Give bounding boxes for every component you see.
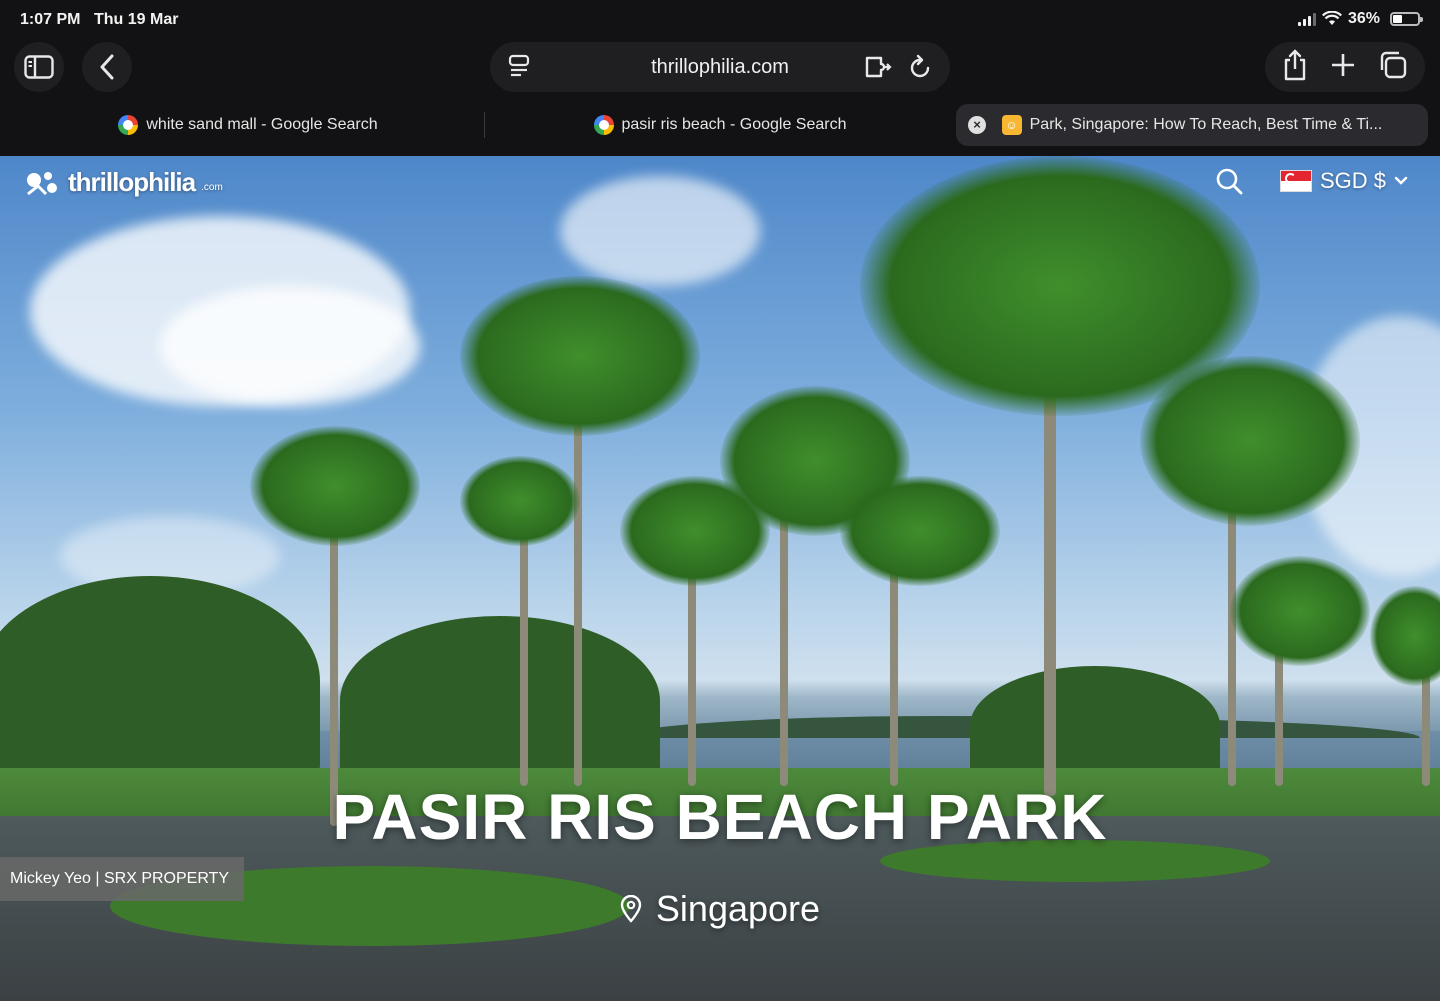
toolbar-right-group [1265, 42, 1425, 92]
tab-title: pasir ris beach - Google Search [621, 116, 847, 133]
palm-crown [840, 476, 1000, 586]
reload-icon[interactable] [908, 54, 932, 85]
site-logo-text: thrillophilia [68, 166, 196, 197]
close-tab-icon[interactable]: × [968, 116, 986, 134]
address-bar[interactable]: thrillophilia.com [490, 42, 950, 92]
currency-label: SGD $ [1320, 168, 1387, 193]
cellular-signal-icon [1297, 12, 1316, 26]
battery-percent: 36% [1347, 10, 1380, 27]
chevron-down-icon [1394, 176, 1408, 185]
extensions-icon[interactable] [864, 55, 892, 84]
status-indicators: 36% [1297, 10, 1423, 28]
tab-pasir-ris-beach[interactable]: pasir ris beach - Google Search [484, 104, 956, 146]
back-button[interactable] [82, 42, 132, 92]
battery-level [1393, 15, 1402, 23]
watermark-label: Mickey Yeo | SRX PROPERTY [0, 857, 244, 901]
thrillophilia-logo-icon [27, 172, 57, 196]
tab-title: Park, Singapore: How To Reach, Best Time… [1029, 116, 1383, 133]
tab-thrillophilia-park[interactable]: × ☺ Park, Singapore: How To Reach, Best … [956, 104, 1428, 146]
status-date: Thu 19 Mar [94, 11, 179, 28]
palm-crown [250, 426, 420, 546]
status-bar: 1:07 PM Thu 19 Mar 36% [0, 0, 1440, 40]
cloud-shape [160, 286, 420, 406]
site-logo[interactable]: thrillophilia .com [22, 164, 223, 200]
google-icon [593, 115, 614, 135]
tab-title: white sand mall - Google Search [146, 116, 378, 133]
site-search-button[interactable] [1214, 166, 1244, 196]
tab-bar: white sand mall - Google Search pasir ri… [12, 104, 1428, 146]
treeline [0, 576, 320, 786]
page-title: PASIR RIS BEACH PARK [332, 781, 1108, 853]
palm-trunk [574, 376, 582, 786]
palm-crown [1230, 556, 1370, 666]
location-text: Singapore [655, 888, 821, 929]
treeline [340, 616, 660, 786]
hero-banner: thrillophilia .com SGD $ PASIR RIS BEACH… [0, 156, 1440, 1001]
singapore-flag-icon [1280, 170, 1312, 192]
site-logo-suffix: .com [201, 181, 223, 193]
sidebar-toggle-button[interactable] [14, 42, 64, 92]
battery-icon [1390, 12, 1423, 26]
browser-chrome: 1:07 PM Thu 19 Mar 36% thrillophilia.com [0, 0, 1440, 156]
cloud-shape [560, 176, 760, 286]
tabs-icon [1380, 51, 1407, 78]
palm-crown [1140, 356, 1360, 526]
currency-selector[interactable]: SGD $ [1280, 168, 1408, 194]
share-icon [1284, 48, 1306, 80]
chevron-left-icon [100, 54, 114, 80]
google-icon [118, 115, 139, 135]
share-button[interactable] [1282, 48, 1308, 86]
status-time: 1:07 PM [20, 11, 81, 28]
sidebar-icon [24, 55, 54, 79]
tab-white-sand-mall[interactable]: white sand mall - Google Search [12, 104, 484, 146]
palm-crown [1370, 586, 1440, 686]
thrillophilia-icon: ☺ [1001, 115, 1022, 135]
search-icon [1216, 168, 1243, 195]
palm-crown [460, 276, 700, 436]
new-tab-button[interactable] [1330, 52, 1356, 83]
wifi-icon [1321, 11, 1342, 25]
palm-crown [460, 456, 580, 546]
plus-icon [1332, 53, 1354, 76]
tab-overview-button[interactable] [1378, 50, 1408, 85]
map-pin-icon [620, 895, 642, 923]
